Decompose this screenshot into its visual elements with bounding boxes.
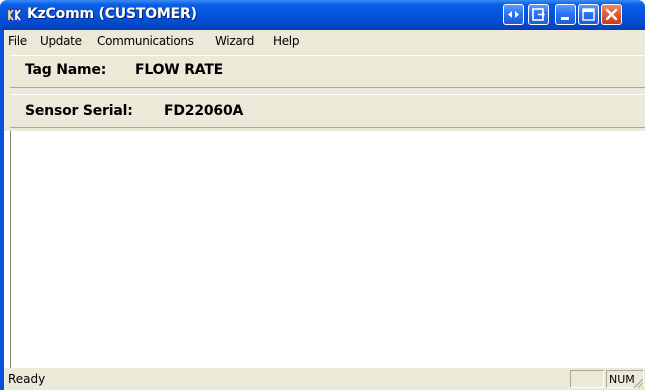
close-icon: [605, 8, 618, 21]
menu-file[interactable]: File: [8, 34, 27, 48]
minimize-icon: [561, 17, 569, 20]
status-pane-empty: [570, 370, 604, 388]
tag-name-panel: Tag Name: FLOW RATE: [0, 52, 645, 91]
export-icon: [532, 8, 545, 21]
minimize-button[interactable]: [555, 4, 576, 25]
sensor-serial-value: FD22060A: [164, 103, 244, 119]
tag-name-value: FLOW RATE: [135, 62, 224, 78]
resize-grip-icon[interactable]: [632, 377, 644, 389]
menu-help[interactable]: Help: [273, 34, 299, 48]
restore-arrows-button[interactable]: [503, 4, 524, 25]
menu-bar: File Update Communications Wizard Help: [0, 30, 645, 52]
close-button[interactable]: [601, 4, 622, 25]
export-button[interactable]: [528, 4, 549, 25]
main-content-area[interactable]: [0, 131, 645, 368]
num-lock-text: NUM: [609, 373, 635, 386]
window-title: KzComm (CUSTOMER): [27, 6, 197, 22]
sensor-serial-panel: Sensor Serial: FD22060A: [0, 91, 645, 131]
app-icon: [7, 8, 23, 22]
restore-arrows-icon: [508, 11, 519, 18]
tag-name-label: Tag Name:: [25, 62, 107, 78]
maximize-button[interactable]: [578, 4, 599, 25]
content-edge-line: [10, 131, 11, 368]
menu-wizard[interactable]: Wizard: [215, 34, 254, 48]
sensor-serial-label: Sensor Serial:: [25, 103, 133, 119]
menu-update[interactable]: Update: [40, 34, 82, 48]
title-bar[interactable]: KzComm (CUSTOMER): [0, 0, 645, 30]
menu-communications[interactable]: Communications: [97, 34, 194, 48]
maximize-icon: [582, 8, 595, 21]
status-text: Ready: [8, 372, 46, 386]
status-bar: Ready NUM: [0, 368, 645, 390]
